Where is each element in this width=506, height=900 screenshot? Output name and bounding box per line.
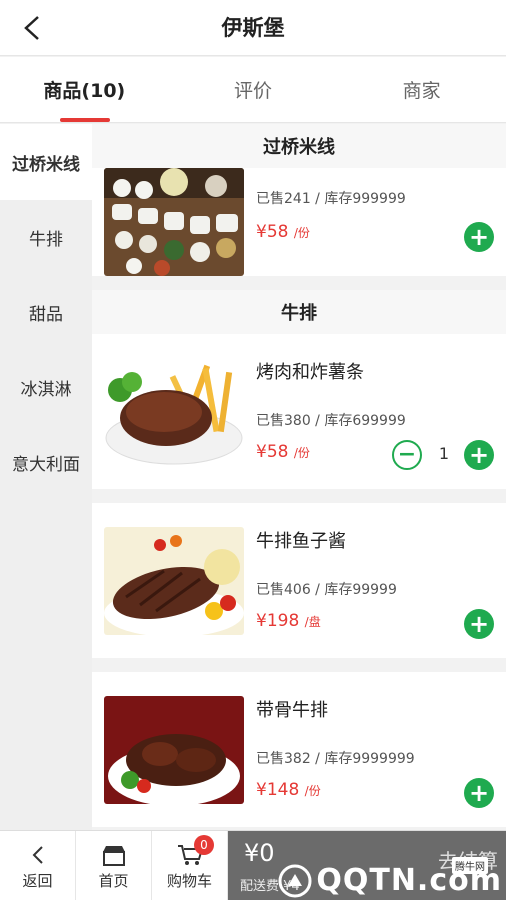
product-item[interactable]: 牛排鱼子酱 已售406 / 库存99999 ¥198 /盘 + — [92, 503, 506, 658]
chevron-left-icon — [30, 840, 46, 870]
tab-bar: 商品(10) 评价 商家 — [0, 57, 506, 123]
add-button[interactable]: + — [464, 778, 494, 808]
tab-merchant[interactable]: 商家 — [337, 57, 506, 122]
watermark-tag: 腾牛网 — [452, 857, 488, 874]
section-title: 牛排 — [92, 290, 506, 334]
category-rice-noodle[interactable]: 过桥米线 — [0, 124, 92, 200]
category-pasta[interactable]: 意大利面 — [0, 425, 92, 500]
category-steak[interactable]: 牛排 — [0, 200, 92, 275]
cart-summary[interactable]: ¥0 配送费 ¥4 去结算 QQTN.com 腾牛网 — [228, 831, 506, 900]
price-unit: /份 — [293, 226, 310, 240]
sales-stock: 已售241 / 库存999999 — [256, 191, 406, 207]
price-value: ¥148 — [256, 780, 300, 800]
price: ¥148 /份 — [256, 780, 321, 800]
price: ¥58 /份 — [256, 442, 310, 462]
top-bar: 伊斯堡 — [0, 0, 506, 56]
add-button[interactable]: + — [464, 222, 494, 252]
price-unit: /份 — [293, 446, 310, 460]
category-sidebar: 过桥米线 牛排 甜品 冰淇淋 意大利面 — [0, 124, 92, 830]
add-button[interactable]: + — [464, 609, 494, 639]
product-item[interactable]: 烤肉和炸薯条 已售380 / 库存699999 ¥58 /份 − 1 + — [92, 334, 506, 489]
product-item[interactable]: 已售241 / 库存999999 ¥58 /份 + — [92, 168, 506, 276]
store-icon — [102, 840, 126, 870]
steak-fries-image — [104, 358, 244, 466]
cart-badge: 0 — [194, 835, 214, 855]
section-title: 过桥米线 — [92, 124, 506, 168]
back-label: 返回 — [22, 872, 53, 890]
product-name: 烤肉和炸薯条 — [256, 362, 364, 383]
product-name: 牛排鱼子酱 — [256, 531, 346, 552]
price-value: ¥58 — [256, 222, 289, 242]
price: ¥58 /份 — [256, 222, 310, 242]
sales-stock: 已售380 / 库存699999 — [256, 413, 406, 429]
sales-stock: 已售382 / 库存9999999 — [256, 751, 415, 767]
add-button[interactable]: + — [464, 440, 494, 470]
sales-stock: 已售406 / 库存99999 — [256, 582, 397, 598]
quantity-value: 1 — [438, 444, 450, 463]
page-title: 伊斯堡 — [221, 16, 285, 40]
watermark-logo-icon — [278, 864, 312, 897]
price: ¥198 /盘 — [256, 611, 321, 631]
steak-caviar-image — [104, 527, 244, 635]
price-value: ¥58 — [256, 442, 289, 462]
tab-reviews[interactable]: 评价 — [169, 57, 338, 122]
price-value: ¥198 — [256, 611, 300, 631]
bottom-bar: 返回 首页 0 购物车 ¥0 配送费 ¥4 去结算 QQTN.com 腾牛网 — [0, 830, 506, 900]
product-name: 带骨牛排 — [256, 700, 328, 721]
price-unit: /份 — [304, 784, 321, 798]
watermark: QQTN.com 腾牛网 — [278, 857, 502, 898]
rice-noodle-image — [104, 168, 244, 276]
cart-total: ¥0 — [244, 839, 275, 867]
cart-button[interactable]: 0 购物车 — [152, 831, 228, 900]
minus-button[interactable]: − — [392, 440, 422, 470]
cart-label: 购物车 — [166, 872, 212, 890]
tab-products[interactable]: 商品(10) — [0, 57, 169, 122]
category-ice-cream[interactable]: 冰淇淋 — [0, 350, 92, 425]
price-unit: /盘 — [304, 615, 321, 629]
category-dessert[interactable]: 甜品 — [0, 275, 92, 350]
bone-steak-image — [104, 696, 244, 804]
product-list[interactable]: 过桥米线 已售241 / 库存999999 ¥58 /份 + 牛排 烤肉和炸薯条… — [92, 124, 506, 830]
product-item[interactable]: 带骨牛排 已售382 / 库存9999999 ¥148 /份 + — [92, 672, 506, 827]
home-label: 首页 — [98, 872, 129, 890]
home-button[interactable]: 首页 — [76, 831, 152, 900]
back-button[interactable]: 返回 — [0, 831, 76, 900]
